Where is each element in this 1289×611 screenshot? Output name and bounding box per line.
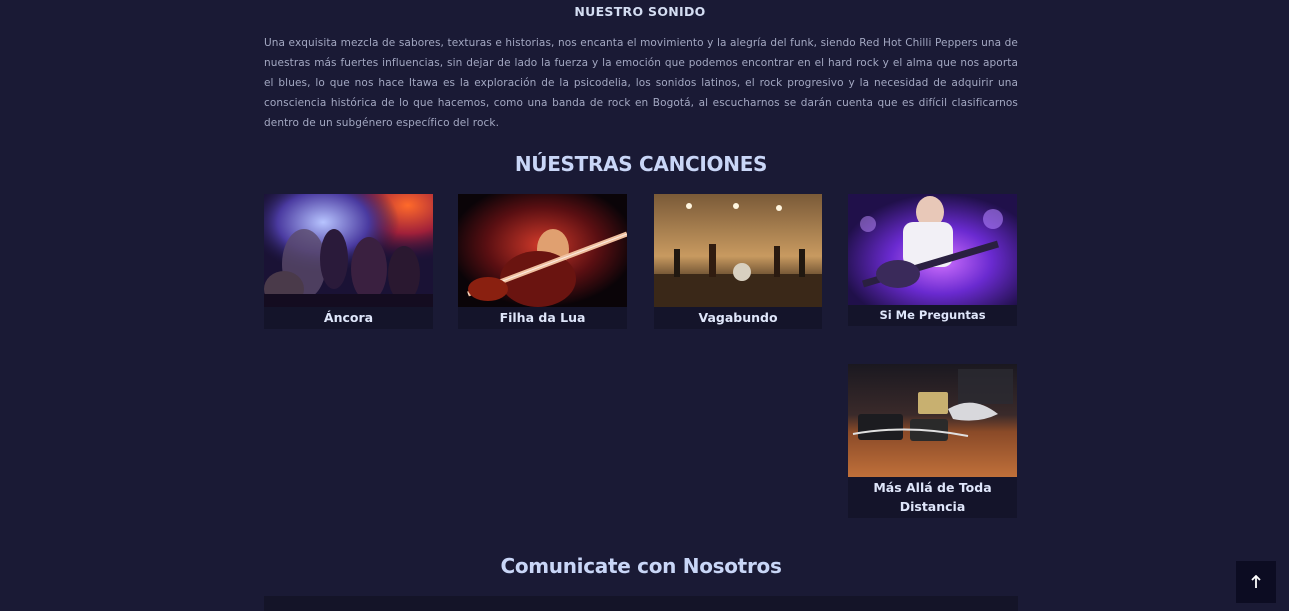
song-title: Vagabundo [698, 310, 778, 325]
song-card-filha-da-lua[interactable]: Filha da Lua [458, 194, 627, 329]
song-title: Filha da Lua [499, 310, 586, 325]
song-card-mas-alla-de-toda-distancia[interactable]: Más Allá de Toda Distancia [848, 364, 1017, 518]
sound-section-title: NUESTRO SONIDO [574, 4, 706, 19]
song-title: Si Me Preguntas [879, 308, 986, 322]
guitarist-purple-light-photo [848, 194, 1017, 305]
song-card-si-me-preguntas[interactable]: Si Me Preguntas [848, 194, 1017, 326]
sound-description: Una exquisita mezcla de sabores, textura… [264, 37, 1018, 129]
arrow-up-icon [1251, 575, 1261, 588]
band-stage-wide-photo [654, 194, 822, 307]
guitarist-closeup-photo [458, 194, 627, 307]
song-title: Áncora [323, 310, 374, 325]
scroll-to-top-button[interactable] [1236, 561, 1276, 603]
song-card-ancora[interactable]: Áncora [264, 194, 433, 329]
song-title: Más Allá de Toda Distancia [873, 480, 992, 514]
band-live-concert-photo [264, 194, 433, 307]
contact-section-title: Comunicate con Nosotros [500, 554, 782, 578]
songs-section-title: NÚESTRAS CANCIONES [514, 152, 768, 176]
page: NUESTRO SONIDO Una exquisita mezcla de s… [0, 0, 1289, 611]
contact-form-container [264, 596, 1018, 611]
guitar-pedals-photo [848, 364, 1017, 477]
song-card-vagabundo[interactable]: Vagabundo [654, 194, 822, 329]
